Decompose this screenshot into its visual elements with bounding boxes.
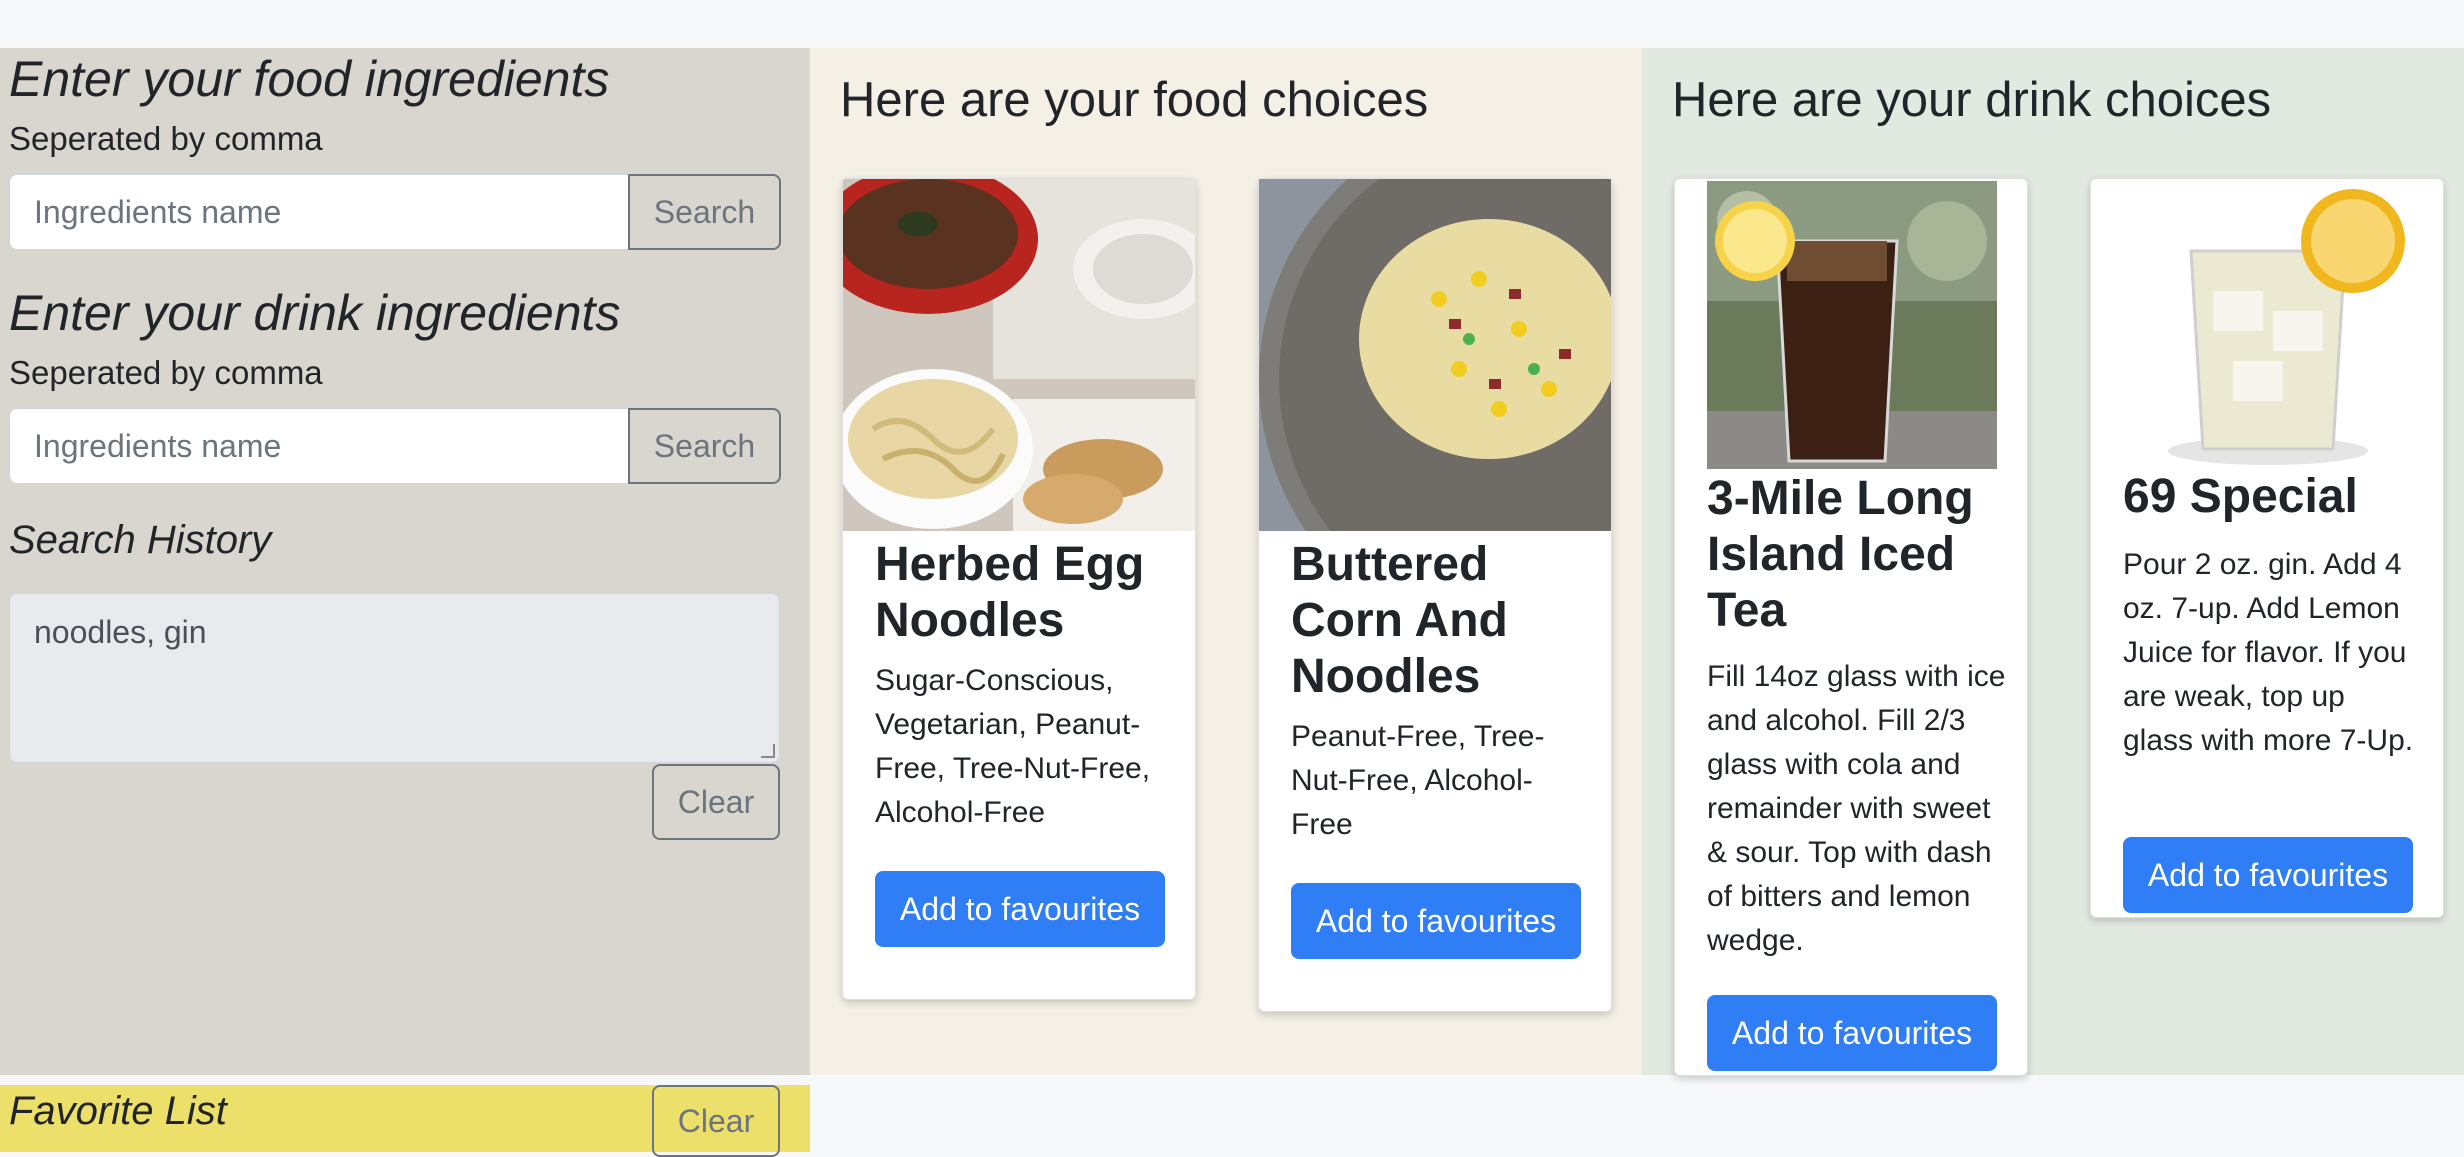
search-panel: Enter your food ingredients Seperated by… — [0, 48, 810, 1075]
drink-card-description: Fill 14oz glass with ice and alcohol. Fi… — [1707, 660, 2006, 957]
food-card-title: Herbed Egg Noodles — [875, 538, 1145, 647]
drink-card: 3-Mile Long Island Iced Tea Fill 14oz gl… — [1674, 178, 2028, 1076]
add-to-favourites-button[interactable]: Add to favourites — [875, 871, 1165, 947]
add-to-favourites-button[interactable]: Add to favourites — [1707, 995, 1997, 1071]
resize-handle-icon[interactable] — [761, 744, 775, 758]
food-form-hint: Seperated by comma — [9, 120, 323, 157]
add-to-favourites-button[interactable]: Add to favourites — [2123, 837, 2413, 913]
search-history-value: noodles, gin — [34, 614, 207, 650]
food-choices-title: Here are your food choices — [840, 73, 1429, 127]
drink-card-description: Pour 2 oz. gin. Add 4 oz. 7-up. Add Lemo… — [2123, 548, 2414, 757]
drink-search-button[interactable]: Search — [628, 408, 781, 484]
add-to-favourites-button[interactable]: Add to favourites — [1291, 883, 1581, 959]
favorite-list-heading: Favorite List — [9, 1089, 227, 1133]
food-choices-panel: Here are your food choices Herbed Egg No… — [810, 48, 1642, 1075]
drink-search-group: Ingredients name Search — [9, 408, 781, 484]
search-history-heading: Search History — [9, 518, 272, 562]
drink-choices-panel: Here are your drink choices 3-Mile Long … — [1642, 48, 2464, 1076]
drink-form-hint: Seperated by comma — [9, 354, 323, 391]
drink-card-title: 3-Mile Long Island Iced Tea — [1707, 472, 1974, 637]
food-search-group: Ingredients name Search — [9, 174, 781, 250]
search-history-textarea[interactable]: noodles, gin — [9, 593, 780, 763]
drink-card: 69 Special Pour 2 oz. gin. Add 4 oz. 7-u… — [2090, 178, 2444, 918]
clear-history-button[interactable]: Clear — [652, 764, 780, 840]
food-card-description: Sugar-Conscious, Vegetarian, Peanut-Free… — [875, 664, 1151, 829]
clear-favorites-button[interactable]: Clear — [652, 1085, 780, 1157]
favorite-list-panel: Favorite List Clear — [0, 1085, 810, 1157]
food-card: Herbed Egg Noodles Sugar-Conscious, Vege… — [842, 178, 1196, 1000]
food-card-title: Buttered Corn And Noodles — [1291, 538, 1508, 703]
drink-ingredients-input[interactable]: Ingredients name — [9, 408, 628, 484]
food-search-button[interactable]: Search — [628, 174, 781, 250]
food-form-heading: Enter your food ingredients — [9, 51, 610, 107]
drink-image — [1707, 181, 1997, 469]
drink-image — [2123, 181, 2413, 469]
drink-card-title: 69 Special — [2123, 470, 2358, 523]
drink-choices-title: Here are your drink choices — [1672, 73, 2272, 127]
food-card-description: Peanut-Free, Tree-Nut-Free, Alcohol-Free — [1291, 720, 1545, 841]
drink-form-heading: Enter your drink ingredients — [9, 285, 621, 341]
food-image — [843, 179, 1195, 531]
food-ingredients-input[interactable]: Ingredients name — [9, 174, 628, 250]
food-image — [1259, 179, 1611, 531]
food-card: Buttered Corn And Noodles Peanut-Free, T… — [1258, 178, 1612, 1012]
